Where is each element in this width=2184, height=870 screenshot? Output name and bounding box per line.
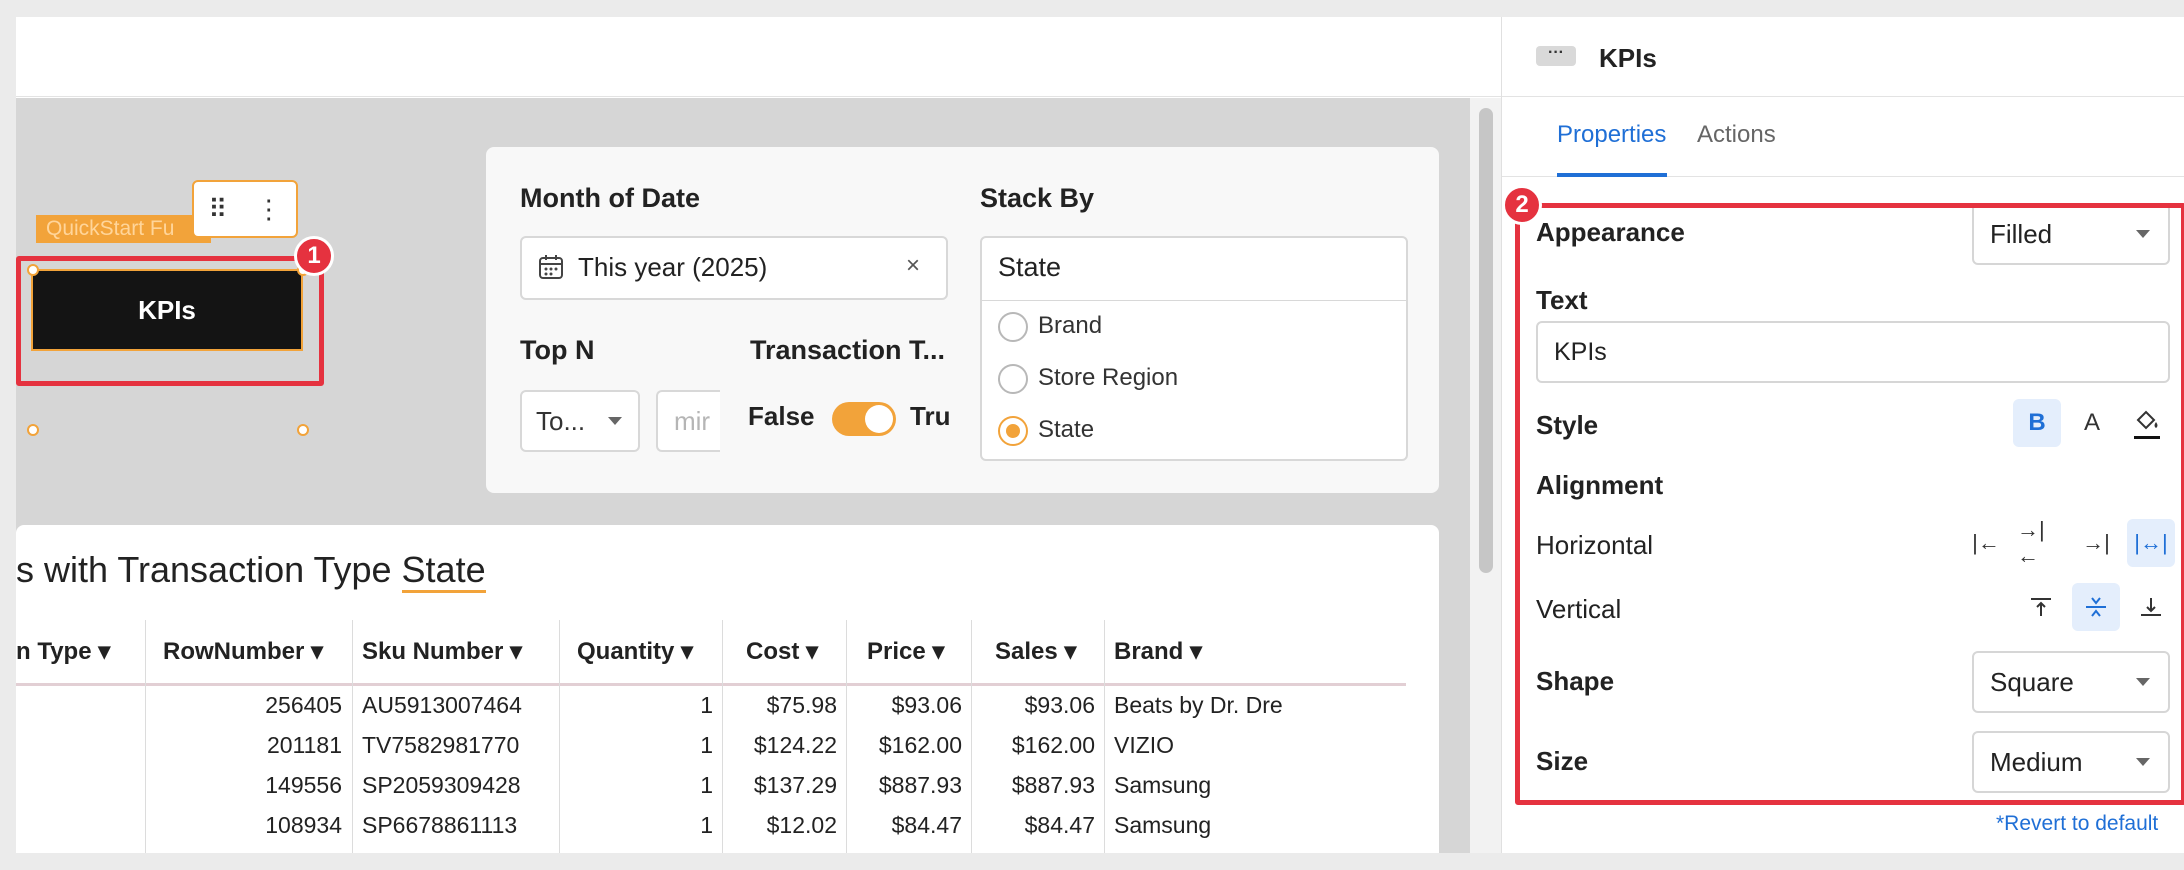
resize-handle[interactable] — [297, 424, 309, 436]
stack-by-list[interactable]: State Brand Store Region State — [980, 236, 1408, 461]
cell-rownumber: 256405 — [265, 692, 342, 718]
panel-title: KPIs — [1599, 43, 1657, 73]
panel-tabs: Properties Actions — [1502, 97, 2184, 177]
resize-handle[interactable] — [27, 424, 39, 436]
cell-sales: $84.47 — [1024, 812, 1095, 838]
column-divider — [1104, 620, 1105, 853]
cell-price: $93.06 — [891, 692, 962, 718]
toggle-true-label: Tru — [910, 401, 950, 431]
cell-price: $887.93 — [878, 772, 962, 798]
more-menu-icon[interactable]: ⋮ — [256, 194, 282, 225]
drag-handle-icon[interactable]: ⠿ — [208, 194, 227, 225]
cell-rownumber: 201181 — [266, 732, 342, 758]
transaction-type-label: Transaction T... — [750, 335, 946, 365]
table-title: s with Transaction Type State — [16, 549, 486, 593]
column-header[interactable]: Quantity ▾ — [577, 637, 693, 666]
annotation-badge-2: 2 — [1502, 185, 1542, 225]
canvas-top-bar — [16, 17, 1501, 97]
toggle-false-label: False — [748, 401, 815, 431]
cell-quantity: 1 — [700, 812, 713, 838]
column-header[interactable]: Cost ▾ — [746, 637, 818, 666]
option-store-region: Store Region — [1038, 364, 1179, 391]
cell-price: $84.47 — [891, 812, 962, 838]
column-header[interactable]: Sku Number ▾ — [362, 637, 522, 666]
annotation-box-1 — [16, 256, 324, 386]
cell-brand: VIZIO — [1114, 732, 1175, 758]
cell-quantity: 1 — [700, 692, 713, 718]
column-divider — [352, 620, 353, 853]
cell-cost: $75.98 — [766, 692, 837, 718]
cell-brand: Beats by Dr. Dre — [1114, 692, 1283, 718]
top-n-min-input[interactable]: mir — [656, 390, 720, 452]
stack-by-label: Stack By — [980, 183, 1095, 213]
column-header[interactable]: n Type ▾ — [16, 637, 110, 666]
top-n-label: Top N — [520, 335, 595, 365]
option-state: State — [1038, 416, 1095, 443]
stack-by-value: State — [998, 252, 1062, 282]
transaction-toggle[interactable] — [832, 402, 896, 436]
clear-icon[interactable]: × — [906, 252, 920, 280]
month-of-date-label: Month of Date — [520, 183, 700, 213]
cell-price: $162.00 — [878, 732, 962, 758]
header-divider — [16, 683, 1406, 686]
cell-cost: $137.29 — [753, 772, 837, 798]
cell-sku: AU5913007464 — [362, 692, 522, 718]
active-tab-indicator — [1557, 173, 1667, 177]
column-header[interactable]: Price ▾ — [867, 637, 944, 666]
option-brand: Brand — [1038, 312, 1103, 339]
element-toolbar[interactable]: ⠿ ⋮ — [192, 180, 298, 238]
cell-sales: $887.93 — [1011, 772, 1095, 798]
cell-rownumber: 149556 — [265, 772, 342, 798]
cell-sku: TV7582981770 — [362, 732, 520, 758]
cell-quantity: 1 — [700, 732, 713, 758]
column-header[interactable]: Sales ▾ — [995, 637, 1076, 666]
radio-brand[interactable] — [998, 312, 1028, 342]
annotation-badge-1: 1 — [294, 236, 334, 276]
table-title-state: State — [401, 549, 486, 593]
cell-sku: SP6678861113 — [362, 812, 518, 838]
cell-cost: $12.02 — [766, 812, 837, 838]
app-window: QuickStart Fu ⠿ ⋮ KPIs 1 Month of Date T… — [16, 17, 2184, 853]
radio-store-region[interactable] — [998, 364, 1028, 394]
cell-sales: $162.00 — [1011, 732, 1095, 758]
cell-rownumber: 108934 — [265, 812, 342, 838]
cell-cost: $124.22 — [753, 732, 837, 758]
calendar-icon — [538, 254, 564, 287]
canvas-scrollbar[interactable] — [1470, 98, 1501, 853]
properties-panel: ··· KPIs Properties Actions Appearance F… — [1501, 17, 2184, 853]
scrollbar-thumb[interactable] — [1479, 108, 1493, 573]
cell-sales: $93.06 — [1024, 692, 1095, 718]
cell-sku: SP2059309428 — [362, 772, 521, 798]
column-header[interactable]: RowNumber ▾ — [163, 637, 323, 666]
month-of-date-field[interactable]: This year (2025) × — [520, 236, 948, 300]
chevron-down-icon — [608, 417, 622, 425]
min-placeholder: mir — [674, 406, 711, 436]
ellipsis-icon[interactable]: ··· — [1536, 45, 1576, 66]
top-n-value: To... — [536, 406, 586, 436]
radio-state[interactable] — [998, 416, 1028, 446]
column-header[interactable]: Brand ▾ — [1114, 637, 1202, 666]
tab-properties[interactable]: Properties — [1557, 121, 1666, 149]
element-tab-label[interactable]: QuickStart Fu — [36, 215, 211, 243]
cell-brand: Samsung — [1114, 812, 1212, 838]
tab-actions[interactable]: Actions — [1697, 121, 1776, 149]
cell-quantity: 1 — [700, 772, 713, 798]
cell-brand: Samsung — [1114, 772, 1212, 798]
month-of-date-value: This year (2025) — [578, 252, 768, 282]
table-title-text: s with Transaction Type — [16, 549, 402, 590]
panel-header: ··· KPIs — [1502, 17, 2184, 97]
annotation-box-2 — [1515, 203, 2184, 805]
controls-container: Month of Date This year (2025) × Top N T… — [486, 147, 1439, 493]
revert-to-default-link[interactable]: *Revert to default — [1996, 812, 2158, 836]
top-n-select[interactable]: To... — [520, 390, 640, 452]
